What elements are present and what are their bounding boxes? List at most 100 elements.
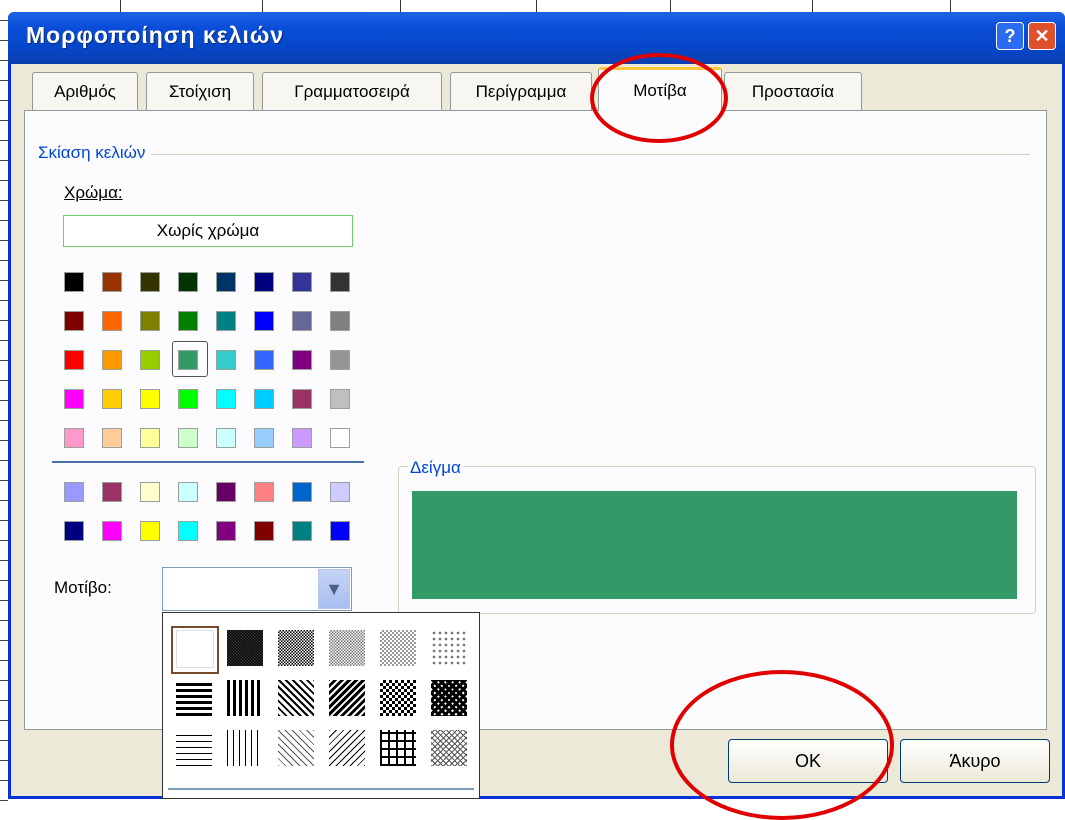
dialog-title: Μορφοποίηση κελιών bbox=[26, 22, 285, 48]
color-swatch[interactable] bbox=[178, 521, 198, 541]
color-swatch[interactable] bbox=[140, 350, 160, 370]
color-swatch[interactable] bbox=[330, 428, 350, 448]
color-swatch[interactable] bbox=[64, 272, 84, 292]
color-swatch[interactable] bbox=[102, 521, 122, 541]
color-swatch[interactable] bbox=[254, 482, 274, 502]
row-tick bbox=[0, 680, 8, 681]
color-swatch[interactable] bbox=[216, 311, 236, 331]
row-tick bbox=[0, 40, 8, 41]
color-swatch[interactable] bbox=[292, 311, 312, 331]
row-tick bbox=[0, 500, 8, 501]
tab-font[interactable]: Γραμματοσειρά bbox=[262, 72, 442, 110]
color-swatch[interactable] bbox=[178, 311, 198, 331]
color-swatch[interactable] bbox=[178, 350, 198, 370]
pattern-option-25-gray[interactable] bbox=[329, 630, 365, 666]
color-swatch[interactable] bbox=[254, 350, 274, 370]
color-swatch[interactable] bbox=[102, 482, 122, 502]
color-swatch[interactable] bbox=[64, 311, 84, 331]
color-swatch[interactable] bbox=[254, 311, 274, 331]
pattern-option-50-gray[interactable] bbox=[278, 630, 314, 666]
color-swatch[interactable] bbox=[140, 311, 160, 331]
color-swatch[interactable] bbox=[64, 350, 84, 370]
color-swatch[interactable] bbox=[216, 521, 236, 541]
color-swatch[interactable] bbox=[102, 272, 122, 292]
color-swatch[interactable] bbox=[216, 482, 236, 502]
color-swatch[interactable] bbox=[64, 428, 84, 448]
color-swatch[interactable] bbox=[330, 389, 350, 409]
pattern-option-thin-reverse-diagonal[interactable] bbox=[278, 730, 314, 766]
close-icon: ✕ bbox=[1034, 26, 1050, 46]
color-swatch[interactable] bbox=[64, 521, 84, 541]
color-swatch[interactable] bbox=[64, 482, 84, 502]
row-tick bbox=[0, 220, 8, 221]
dropdown-scroll-edge bbox=[168, 788, 474, 790]
pattern-option-thick-vertical[interactable] bbox=[227, 680, 263, 716]
color-swatch[interactable] bbox=[140, 272, 160, 292]
color-swatch[interactable] bbox=[178, 389, 198, 409]
pattern-option-thick-diagonal-crosshatch[interactable] bbox=[380, 680, 416, 716]
color-swatch[interactable] bbox=[102, 389, 122, 409]
tab-alignment[interactable]: Στοίχιση bbox=[146, 72, 254, 110]
pattern-option-6-gray[interactable] bbox=[431, 630, 467, 666]
pattern-option-thin-diagonal[interactable] bbox=[329, 730, 365, 766]
color-swatch[interactable] bbox=[292, 389, 312, 409]
color-swatch[interactable] bbox=[330, 272, 350, 292]
row-tick bbox=[0, 580, 8, 581]
color-swatch[interactable] bbox=[216, 350, 236, 370]
color-swatch[interactable] bbox=[254, 521, 274, 541]
color-swatch[interactable] bbox=[330, 350, 350, 370]
color-swatch[interactable] bbox=[216, 272, 236, 292]
color-swatch[interactable] bbox=[140, 521, 160, 541]
color-swatch[interactable] bbox=[102, 428, 122, 448]
pattern-option-solid[interactable] bbox=[176, 630, 214, 668]
pattern-option-thin-horizontal[interactable] bbox=[176, 730, 212, 766]
pattern-option-thick-horizontal[interactable] bbox=[176, 680, 212, 716]
color-swatch[interactable] bbox=[254, 389, 274, 409]
row-tick bbox=[0, 480, 8, 481]
color-swatch[interactable] bbox=[292, 521, 312, 541]
close-button[interactable]: ✕ bbox=[1028, 22, 1056, 50]
color-swatch[interactable] bbox=[216, 428, 236, 448]
color-swatch[interactable] bbox=[102, 311, 122, 331]
help-button[interactable]: ? bbox=[996, 22, 1024, 50]
color-swatch[interactable] bbox=[102, 350, 122, 370]
color-swatch[interactable] bbox=[330, 521, 350, 541]
color-swatch[interactable] bbox=[178, 428, 198, 448]
pattern-option-thick-reverse-diagonal[interactable] bbox=[278, 680, 314, 716]
no-color-button[interactable]: Χωρίς χρώμα bbox=[63, 215, 353, 247]
color-swatch[interactable] bbox=[254, 272, 274, 292]
color-swatch[interactable] bbox=[330, 482, 350, 502]
tab-number[interactable]: Αριθμός bbox=[32, 72, 138, 110]
sample-label: Δείγμα bbox=[408, 458, 463, 478]
color-swatch[interactable] bbox=[292, 482, 312, 502]
color-swatch[interactable] bbox=[140, 482, 160, 502]
color-swatch[interactable] bbox=[216, 389, 236, 409]
tab-protection[interactable]: Προστασία bbox=[724, 72, 862, 110]
pattern-option-thick-diagonal[interactable] bbox=[329, 680, 365, 716]
palette-separator bbox=[52, 461, 364, 463]
row-tick bbox=[0, 400, 8, 401]
cancel-button[interactable]: Άκυρο bbox=[900, 739, 1050, 783]
color-swatch[interactable] bbox=[178, 482, 198, 502]
row-tick bbox=[0, 460, 8, 461]
tab-border[interactable]: Περίγραμμα bbox=[450, 72, 592, 110]
pattern-dropdown-button[interactable]: ▼ bbox=[318, 569, 350, 609]
pattern-option-75-gray[interactable] bbox=[227, 630, 263, 666]
color-swatch[interactable] bbox=[292, 272, 312, 292]
pattern-option-thin-vertical[interactable] bbox=[227, 730, 263, 766]
color-swatch[interactable] bbox=[178, 272, 198, 292]
color-swatch[interactable] bbox=[64, 389, 84, 409]
color-swatch[interactable] bbox=[292, 428, 312, 448]
color-swatch[interactable] bbox=[140, 389, 160, 409]
color-swatch[interactable] bbox=[254, 428, 274, 448]
pattern-option-12-gray[interactable] bbox=[380, 630, 416, 666]
color-swatch[interactable] bbox=[330, 311, 350, 331]
color-swatch[interactable] bbox=[292, 350, 312, 370]
pattern-option-thick-diagonal-crosshatch-heavy[interactable] bbox=[431, 680, 467, 716]
pattern-option-thin-diagonal-crosshatch[interactable] bbox=[431, 730, 467, 766]
row-tick bbox=[0, 160, 8, 161]
row-tick bbox=[0, 620, 8, 621]
row-tick bbox=[0, 80, 8, 81]
color-swatch[interactable] bbox=[140, 428, 160, 448]
pattern-option-thin-horizontal-crosshatch[interactable] bbox=[380, 730, 416, 766]
